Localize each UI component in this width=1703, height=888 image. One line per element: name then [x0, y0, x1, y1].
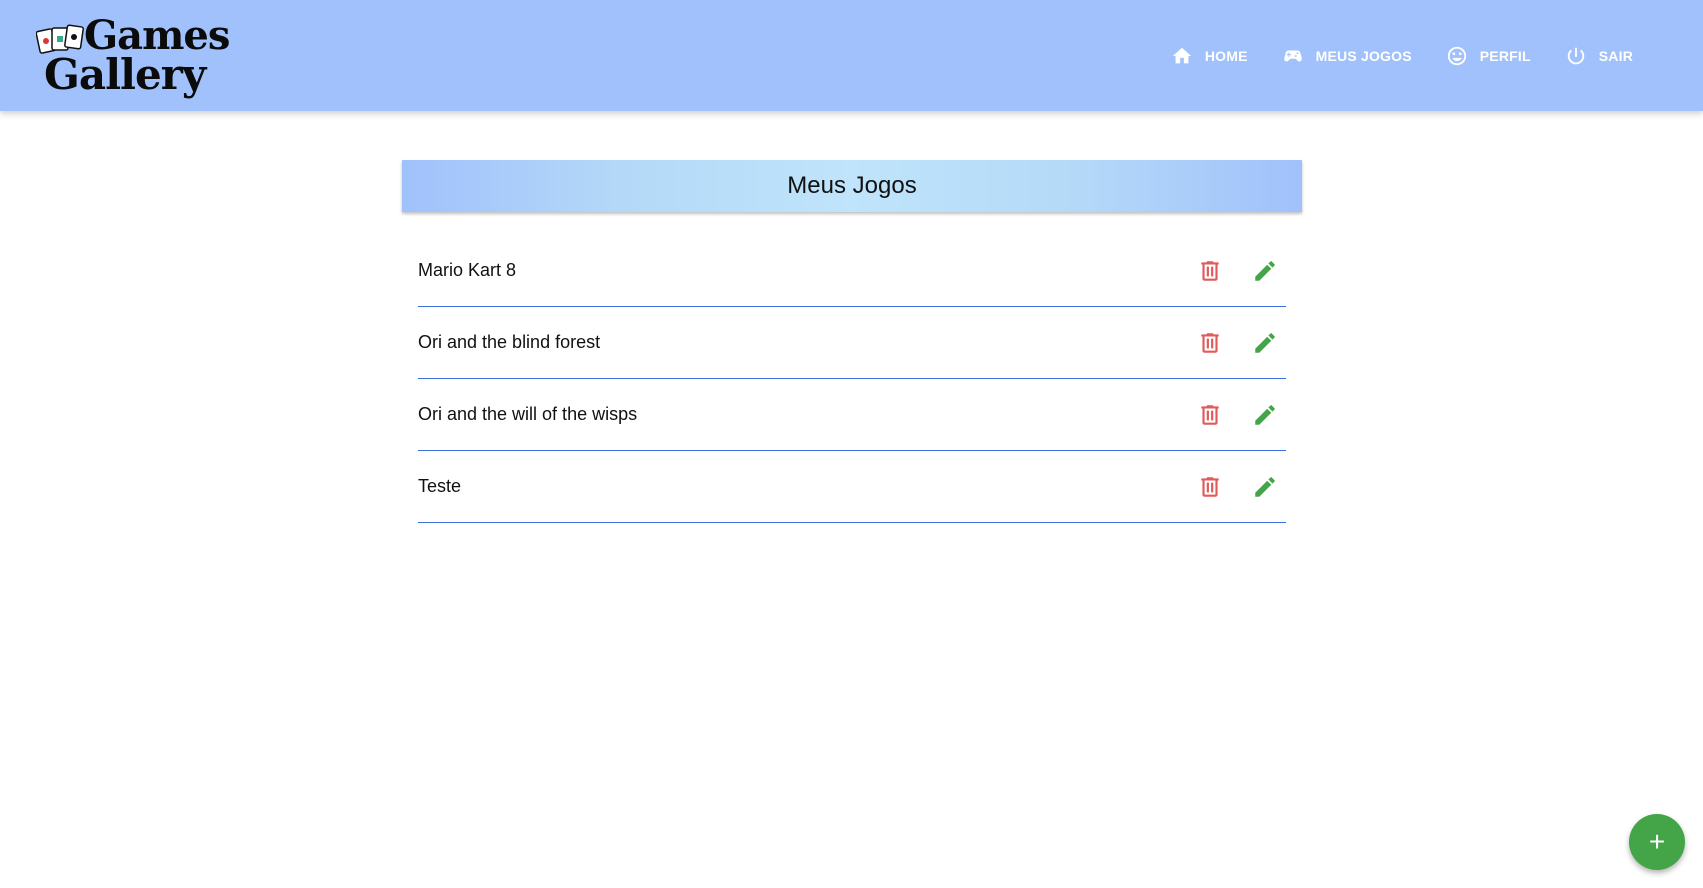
logo-text-gallery: Gallery [44, 50, 206, 99]
trash-icon [1201, 333, 1219, 353]
edit-button[interactable] [1252, 330, 1278, 356]
edit-button[interactable] [1252, 474, 1278, 500]
pencil-icon [1255, 405, 1275, 425]
delete-button[interactable] [1197, 474, 1223, 500]
trash-icon [1201, 477, 1219, 497]
pencil-icon [1255, 333, 1275, 353]
pencil-icon [1255, 477, 1275, 497]
list-item: Mario Kart 8 [418, 236, 1286, 307]
page-title-bar: Meus Jogos [402, 160, 1302, 212]
list-item: Ori and the blind forest [418, 308, 1286, 379]
home-icon [1172, 47, 1191, 63]
add-game-button[interactable]: + [1629, 814, 1685, 870]
game-name: Ori and the blind forest [418, 332, 601, 352]
main-nav: HOME MEUS JOGOS PERFIL SAIR [1137, 0, 1633, 111]
edit-button[interactable] [1252, 258, 1278, 284]
gamepad-icon [1283, 50, 1302, 61]
game-name: Teste [418, 476, 462, 496]
nav-sair-label: SAIR [1598, 47, 1633, 64]
pencil-icon [1255, 261, 1275, 281]
games-list: Mario Kart 8 Ori and the blind forest Or… [418, 236, 1286, 524]
trash-icon [1201, 261, 1219, 281]
list-item: Ori and the will of the wisps [418, 380, 1286, 451]
nav-sair[interactable]: SAIR [1565, 45, 1633, 67]
nav-home-label: HOME [1204, 47, 1248, 64]
edit-button[interactable] [1252, 402, 1278, 428]
nav-meus-jogos-label: MEUS JOGOS [1315, 47, 1412, 64]
nav-meus-jogos[interactable]: MEUS JOGOS [1282, 45, 1412, 67]
page-title: Meus Jogos [787, 172, 917, 199]
delete-button[interactable] [1197, 402, 1223, 428]
smiley-icon [1447, 46, 1466, 65]
nav-perfil-label: PERFIL [1479, 47, 1531, 64]
app-header: Games Gallery HOME MEUS JOGOS PERFIL SAI… [0, 0, 1703, 111]
games-gallery-logo[interactable]: Games Gallery [36, 14, 230, 99]
list-item: Teste [418, 452, 1286, 523]
delete-button[interactable] [1197, 258, 1223, 284]
nav-home[interactable]: HOME [1171, 45, 1248, 67]
delete-button[interactable] [1197, 330, 1223, 356]
nav-perfil[interactable]: PERFIL [1446, 45, 1531, 67]
power-icon [1567, 47, 1585, 64]
trash-icon [1201, 405, 1219, 425]
game-name: Ori and the will of the wisps [418, 404, 638, 424]
game-name: Mario Kart 8 [418, 260, 517, 280]
